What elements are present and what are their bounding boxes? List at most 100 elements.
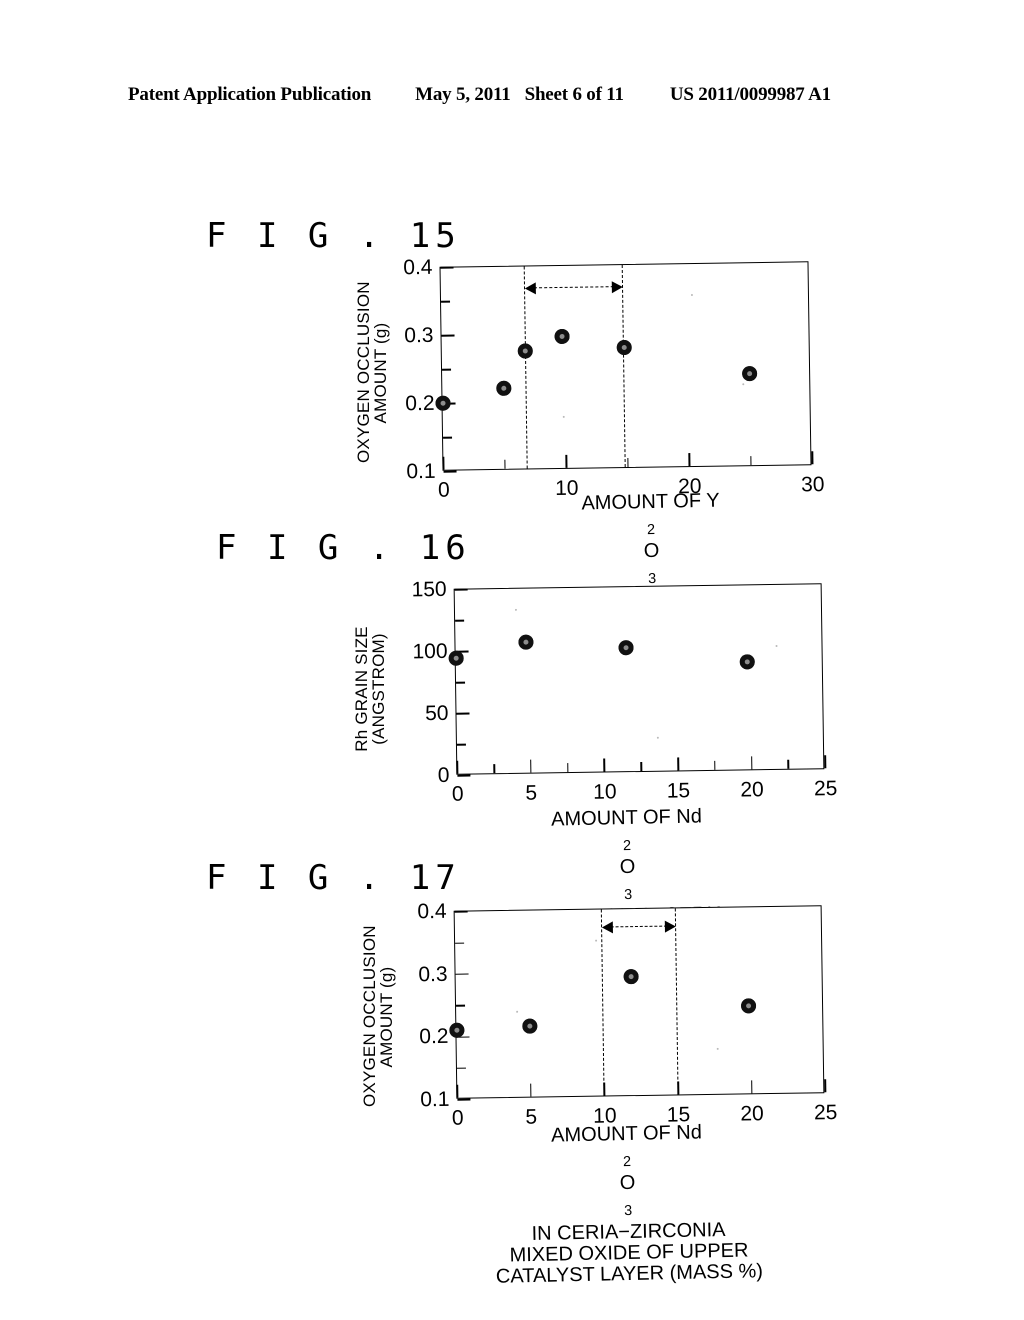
x-tick xyxy=(504,459,506,469)
range-boundary-line xyxy=(621,265,626,468)
figure-17-y-axis-title: OXYGEN OCCLUSION AMOUNT (g) xyxy=(360,925,396,1107)
y-tick xyxy=(443,470,457,473)
y-tick-label: 0.2 xyxy=(419,1025,449,1049)
y-tick xyxy=(455,973,469,976)
preferred-range-arrow xyxy=(601,919,676,934)
x-tick xyxy=(456,1084,459,1098)
data-point xyxy=(448,650,464,666)
scan-artifact xyxy=(656,736,659,739)
page-header: Patent Application Publication May 5, 20… xyxy=(128,84,896,110)
arrow-shaft xyxy=(606,925,672,928)
preferred-range-arrow xyxy=(524,280,623,295)
y-tick-label: 0 xyxy=(437,763,450,787)
x-tick xyxy=(750,456,752,466)
y-tick xyxy=(457,774,471,777)
y-tick xyxy=(455,619,465,622)
x-tick xyxy=(688,453,691,467)
x-tick-label: 0 xyxy=(451,782,464,806)
data-point xyxy=(448,1022,465,1038)
data-point xyxy=(616,339,632,355)
arrow-shaft xyxy=(528,285,619,289)
scan-artifact xyxy=(716,1047,719,1050)
y-tick-label: 0.3 xyxy=(418,962,448,986)
figure-16-y-axis-title: Rh GRAIN SIZE (ANGSTROM) xyxy=(352,614,388,764)
scan-artifact xyxy=(514,608,517,611)
scan-artifact xyxy=(516,1010,519,1013)
scan-artifact xyxy=(595,939,598,942)
figure-16-y-axis-title-line2: (ANGSTROM) xyxy=(369,633,388,745)
figure-17-x-axis-caption-line1: AMOUNT OF Nd 2 O 3 IN CERIA−ZIRCONIA xyxy=(531,1121,726,1246)
figure-15-y-axis-title-line2: AMOUNT (g) xyxy=(371,322,390,424)
figure-15-y-axis-title: OXYGEN OCCLUSION AMOUNT (g) xyxy=(354,281,390,463)
data-point xyxy=(554,329,570,345)
data-point xyxy=(618,640,634,656)
x-tick xyxy=(824,1079,827,1093)
y-tick xyxy=(441,334,455,337)
x-tick xyxy=(529,759,532,773)
x-tick xyxy=(565,454,568,468)
x-tick xyxy=(603,758,606,772)
y-tick-label: 0.4 xyxy=(403,255,433,280)
y-tick xyxy=(441,300,451,303)
figure-17-chart: 0.1 0.2 0.3 0.4 0 5 10 15 20 25 xyxy=(417,900,837,1130)
y-tick-label: 0.1 xyxy=(420,1087,450,1112)
figure-15-chart: 0.1 0.2 0.3 0.4 0 10 20 30 xyxy=(403,256,824,502)
x-tick xyxy=(750,756,753,770)
scan-artifact xyxy=(742,383,745,386)
range-boundary-line xyxy=(674,908,679,1095)
arrow-head-right-icon xyxy=(611,280,623,293)
scan-artifact xyxy=(690,293,693,297)
data-point xyxy=(517,343,533,359)
figure-16-chart: 0 50 100 150 0 5 10 15 20 25 xyxy=(411,578,837,806)
y-tick-label: 0.1 xyxy=(406,459,436,484)
x-tick-label: 10 xyxy=(593,780,617,804)
x-tick xyxy=(456,760,459,774)
sheet-number: Sheet 6 of 11 xyxy=(524,84,624,105)
figure-17-label: F I G . 17 xyxy=(206,858,461,898)
x-tick-label: 20 xyxy=(740,778,764,802)
x-tick xyxy=(493,764,495,774)
x-tick xyxy=(627,457,629,467)
y-tick xyxy=(454,910,468,913)
y-tick xyxy=(442,368,452,371)
data-point xyxy=(522,1018,538,1034)
y-tick-label: 0.2 xyxy=(405,391,435,416)
y-tick xyxy=(440,266,454,269)
y-tick-label: 0.4 xyxy=(417,899,447,924)
scan-artifact xyxy=(562,415,565,418)
figure-15-plot-area: 0.1 0.2 0.3 0.4 0 10 20 30 xyxy=(403,256,824,502)
y-tick xyxy=(456,712,470,715)
data-point xyxy=(623,968,639,984)
x-tick xyxy=(640,761,643,771)
publication-date: May 5, 2011 xyxy=(415,84,511,105)
x-tick xyxy=(750,1080,753,1094)
figure-15-label: F I G . 15 xyxy=(206,216,461,256)
x-tick xyxy=(824,755,827,769)
figure-17-plot-area: 0.1 0.2 0.3 0.4 0 5 10 15 20 25 xyxy=(417,900,837,1130)
x-tick xyxy=(677,757,679,771)
y-tick xyxy=(457,1098,471,1101)
y-tick xyxy=(443,436,453,439)
y-tick-label: 150 xyxy=(411,577,447,602)
y-tick-label: 0.3 xyxy=(404,323,434,348)
figure-17-y-axis-title-line2: AMOUNT (g) xyxy=(377,966,396,1068)
x-tick-label: 25 xyxy=(813,777,838,801)
y-tick-label: 50 xyxy=(424,701,449,726)
figure-17-x-axis-caption: AMOUNT OF Nd 2 O 3 IN CERIA−ZIRCONIA MIXED … xyxy=(426,1120,829,1289)
x-tick xyxy=(529,1083,532,1097)
x-tick xyxy=(811,451,814,465)
range-boundary-line xyxy=(523,266,528,469)
figure-16-plot-area: 0 50 100 150 0 5 10 15 20 25 xyxy=(411,578,837,806)
y-tick xyxy=(456,743,466,746)
y-tick xyxy=(456,1067,466,1070)
x-tick-label: 15 xyxy=(666,779,691,803)
document-number: US 2011/0099987 A1 xyxy=(669,84,831,105)
publication-title: Patent Application Publication xyxy=(128,84,372,105)
x-tick xyxy=(787,759,790,769)
y-tick-label: 100 xyxy=(412,639,448,664)
x-tick xyxy=(442,456,445,470)
range-boundary-line xyxy=(601,909,605,1096)
data-point xyxy=(518,634,534,650)
y-tick xyxy=(456,1004,466,1007)
figure-16-label: F I G . 16 xyxy=(216,528,471,568)
